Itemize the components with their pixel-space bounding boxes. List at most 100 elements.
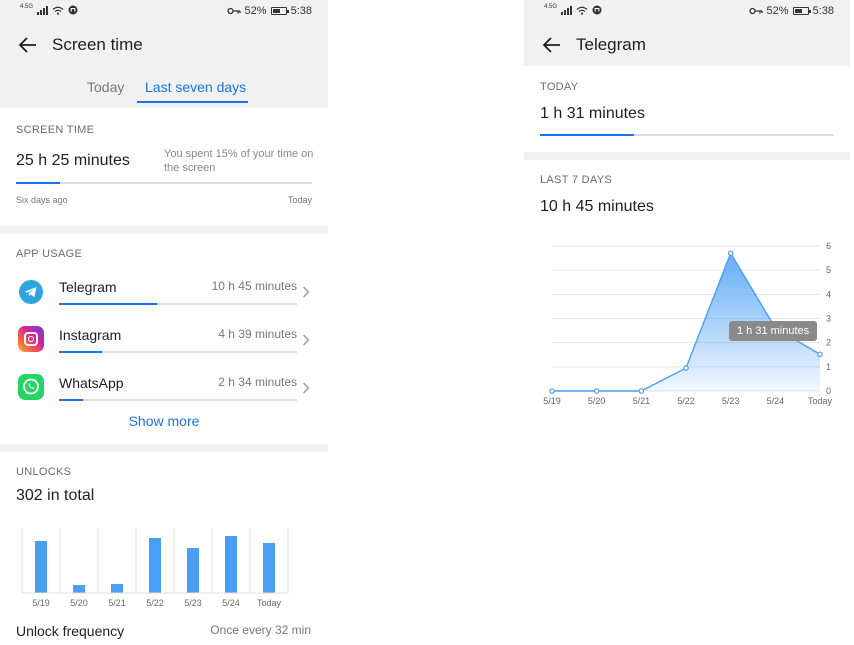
- screen-time-progress-track: [16, 182, 312, 184]
- app-usage-fill: [59, 399, 83, 401]
- back-arrow-icon[interactable]: [16, 33, 40, 57]
- chart-x-tick-label: 5/19: [32, 598, 50, 608]
- unlocks-bar-chart: 5/19 5/20 5/21 5/22 5/23 5/24 Today: [21, 528, 289, 608]
- title-bar: Telegram: [524, 25, 850, 65]
- instagram-icon: [18, 326, 44, 352]
- chart-tooltip: 1 h 31 minutes: [729, 321, 818, 341]
- range-end-label: Today: [287, 195, 312, 205]
- signal-icon: [561, 5, 573, 15]
- app-time: 4 h 39 minutes: [218, 327, 297, 341]
- notification-icon: [592, 5, 602, 15]
- last-7-days-value: 10 h 45 minutes: [540, 198, 654, 215]
- clock: 5:38: [290, 5, 312, 17]
- app-row-whatsapp[interactable]: WhatsApp 2 h 34 minutes: [0, 364, 328, 412]
- app-usage-track: [59, 303, 297, 305]
- app-usage-track: [59, 351, 297, 353]
- battery-percent: 52%: [766, 5, 789, 17]
- back-arrow-icon[interactable]: [540, 33, 564, 57]
- chart-x-tick-label: 5/24: [222, 598, 240, 608]
- chart-y-tick-label: 6: [826, 241, 831, 251]
- app-name: WhatsApp: [59, 375, 124, 391]
- app-row-telegram[interactable]: Telegram 10 h 45 minutes: [0, 268, 328, 316]
- chart-point: [593, 388, 600, 394]
- chart-bar: [263, 543, 275, 593]
- app-usage-fill: [59, 303, 157, 305]
- notification-icon: [68, 5, 78, 15]
- today-label: TODAY: [540, 81, 579, 93]
- chart-bar: [73, 585, 85, 593]
- chevron-right-icon: [303, 334, 310, 346]
- chevron-right-icon: [303, 286, 310, 298]
- unlock-frequency-label: Unlock frequency: [16, 623, 125, 639]
- chart-bar: [225, 536, 237, 593]
- active-tab-indicator: [137, 101, 248, 103]
- unlocks-total: 302 in total: [16, 487, 95, 504]
- chart-x-tick-label: 5/24: [767, 396, 785, 406]
- chart-x-tick-label: 5/23: [184, 598, 202, 608]
- tab-today[interactable]: Today: [87, 79, 124, 95]
- chart-y-tick-label: 4: [826, 289, 831, 299]
- screen-time-screen: 4.5G 52% 5:38 Screen time Today Last sev…: [0, 0, 328, 645]
- clock: 5:38: [812, 5, 834, 17]
- chart-x-tick-label: Today: [257, 598, 282, 608]
- range-start-label: Six days ago: [16, 195, 68, 205]
- battery-icon: [792, 7, 811, 15]
- app-usage-track: [59, 399, 297, 401]
- chart-y-tick-label: 3: [826, 314, 831, 324]
- app-usage-fill: [59, 351, 102, 353]
- tab-last-seven-days[interactable]: Last seven days: [145, 79, 246, 95]
- whatsapp-icon: [18, 374, 44, 400]
- battery-icon: [270, 7, 289, 15]
- screen-time-label: SCREEN TIME: [16, 124, 95, 136]
- today-progress-fill: [540, 134, 635, 136]
- unlocks-label: UNLOCKS: [16, 466, 72, 478]
- chart-y-tick-label: 5: [826, 265, 831, 275]
- chart-x-tick-label: 5/21: [108, 598, 126, 608]
- title-bar: Screen time: [0, 25, 328, 65]
- chart-y-tick-label: 2: [826, 338, 831, 348]
- period-tabs: Today Last seven days: [0, 76, 328, 104]
- telegram-detail-screen: 4.5G 52% 5:38 Telegram TODAY 1 h 31 minu…: [524, 0, 850, 410]
- wifi-icon: [52, 6, 64, 15]
- section-divider: [524, 152, 850, 160]
- page-title: Telegram: [576, 35, 646, 54]
- chart-point: [549, 388, 555, 394]
- network-type: 4.5G: [20, 4, 34, 10]
- app-name: Instagram: [59, 327, 122, 343]
- signal-icon: [37, 5, 49, 15]
- telegram-icon: [19, 280, 43, 304]
- show-more-button[interactable]: Show more: [0, 413, 328, 429]
- status-bar: 4.5G 52% 5:38: [0, 0, 328, 24]
- status-bar: 4.5G 52% 5:38: [524, 0, 850, 24]
- app-row-instagram[interactable]: Instagram 4 h 39 minutes: [0, 316, 328, 364]
- battery-percent: 52%: [244, 5, 267, 17]
- chart-bar: [187, 548, 199, 593]
- chart-bar: [149, 538, 161, 593]
- chart-x-tick-label: 5/22: [146, 598, 164, 608]
- chevron-right-icon: [303, 382, 310, 394]
- screen-time-progress-fill: [16, 182, 61, 184]
- chart-point: [727, 250, 734, 257]
- screen-time-total: 25 h 25 minutes: [16, 152, 130, 169]
- chart-x-tick-label: 5/20: [588, 396, 606, 406]
- chart-point: [683, 365, 689, 371]
- chart-x-tick-label: 5/20: [70, 598, 88, 608]
- chart-bar: [111, 584, 123, 593]
- section-divider: [0, 226, 328, 234]
- today-value: 1 h 31 minutes: [540, 105, 645, 122]
- chart-y-tick-label: 0: [826, 386, 831, 396]
- section-divider: [0, 444, 328, 452]
- app-time: 2 h 34 minutes: [218, 375, 297, 389]
- app-usage-label: APP USAGE: [16, 248, 83, 260]
- today-progress-track: [540, 134, 834, 136]
- key-icon: [748, 7, 763, 15]
- wifi-icon: [576, 6, 588, 15]
- key-icon: [226, 7, 241, 15]
- screen-time-note: You spent 15% of your time on the screen: [164, 148, 314, 174]
- chart-x-tick-label: 5/22: [677, 396, 695, 406]
- chart-x-tick-label: 5/23: [722, 396, 740, 406]
- last-7-days-label: LAST 7 DAYS: [540, 174, 612, 186]
- unlock-frequency-value: Once every 32 min: [210, 623, 311, 637]
- network-type: 4.5G: [544, 4, 558, 10]
- chart-x-tick-label: Today: [808, 396, 833, 406]
